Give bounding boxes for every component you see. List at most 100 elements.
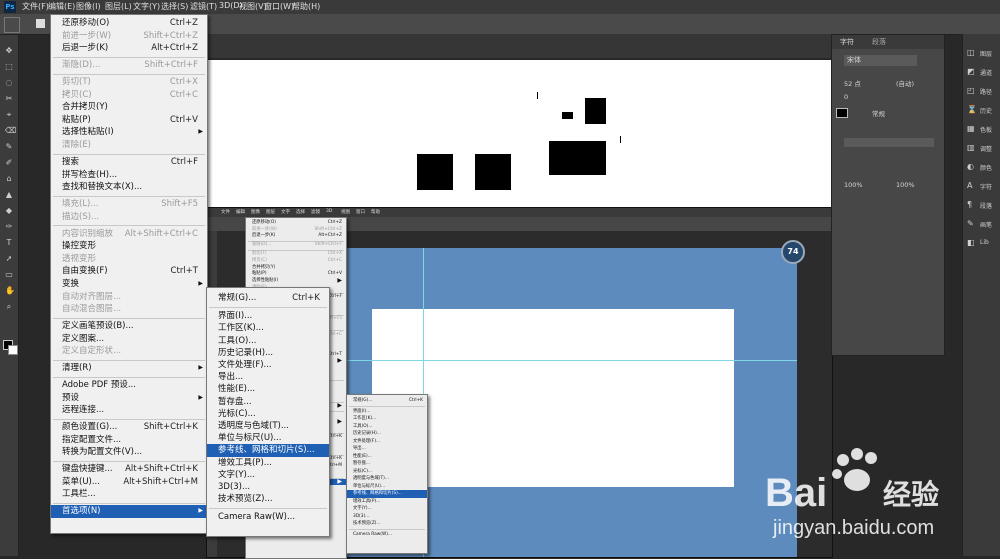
nested-edit-menu-item[interactable]: 粘贴(P) Ctrl+V bbox=[246, 271, 346, 278]
nested-prefs-menu-item[interactable]: 常规(G)... Ctrl+K bbox=[347, 397, 427, 405]
history-brush-icon[interactable]: ⌂ bbox=[5, 175, 13, 183]
edit-menu-item[interactable]: 工具栏... bbox=[51, 488, 207, 501]
nested-prefs-menu-item[interactable]: 工作区(K)... bbox=[347, 415, 427, 423]
prefs-menu-item[interactable]: 文件处理(F)... bbox=[207, 359, 329, 371]
paths-icon[interactable]: ◰ bbox=[967, 86, 977, 96]
move-icon[interactable]: ✥ bbox=[5, 47, 13, 55]
edit-menu-item[interactable]: 菜单(U)... Alt+Shift+Ctrl+M bbox=[51, 476, 207, 489]
menu-0[interactable]: 文件(F) bbox=[22, 1, 49, 12]
text-style-buttons[interactable] bbox=[852, 195, 922, 204]
menu-3[interactable]: 图层(L) bbox=[105, 1, 132, 12]
tab-paragraph[interactable]: 段落 bbox=[872, 37, 886, 47]
edit-menu-item[interactable]: 还原移动(O) Ctrl+Z bbox=[51, 17, 207, 30]
edit-menu-item[interactable]: 键盘快捷键... Alt+Shift+Ctrl+K bbox=[51, 463, 207, 476]
prefs-menu-item[interactable]: 性能(E)... bbox=[207, 383, 329, 395]
gradient-icon[interactable]: ◆ bbox=[5, 207, 13, 215]
edit-menu-item[interactable]: 搜索 Ctrl+F bbox=[51, 156, 207, 169]
auto-select-checkbox[interactable] bbox=[36, 19, 45, 28]
grid-icon[interactable]: ▦ bbox=[967, 124, 977, 134]
nested-prefs-menu-item[interactable]: 暂存盘... bbox=[347, 460, 427, 468]
edit-menu-item[interactable]: 颜色设置(G)... Shift+Ctrl+K bbox=[51, 421, 207, 434]
edit-menu-item[interactable]: 指定配置文件... bbox=[51, 434, 207, 447]
type-icon[interactable]: T bbox=[5, 239, 13, 247]
stamp-icon[interactable]: ✐ bbox=[5, 159, 13, 167]
prefs-menu-item[interactable]: 透明度与色域(T)... bbox=[207, 420, 329, 432]
nested-prefs-menu-item[interactable]: 透明度与色域(T)... bbox=[347, 475, 427, 483]
paragraph-icon[interactable]: ¶ bbox=[967, 200, 977, 210]
edit-menu-item[interactable]: 操控变形 bbox=[51, 240, 207, 253]
edit-menu-item[interactable]: 转换为配置文件(V)... bbox=[51, 446, 207, 459]
nested-prefs-menu-item[interactable]: 增效工具(P)... bbox=[347, 498, 427, 506]
nested-prefs-menu-item[interactable]: 参考线、网格和切片(S)... bbox=[347, 490, 427, 498]
tab-character[interactable]: 字符 bbox=[840, 37, 854, 47]
edit-menu-item[interactable]: 远程连接... bbox=[51, 404, 207, 417]
edit-menu-item[interactable]: 定义画笔预设(B)... bbox=[51, 320, 207, 333]
tracking-field[interactable]: 0 bbox=[844, 93, 878, 103]
nested-prefs-menu-item[interactable]: 导出... bbox=[347, 445, 427, 453]
zoom-icon[interactable]: ⌕ bbox=[5, 303, 13, 311]
color-swatch[interactable] bbox=[836, 108, 848, 118]
nested-prefs-menu-item[interactable]: 界面(I)... bbox=[347, 408, 427, 416]
hand-icon[interactable]: ✋ bbox=[5, 287, 15, 295]
nested-prefs-menu-item[interactable]: 文件处理(F)... bbox=[347, 438, 427, 446]
nested-prefs-menu-item[interactable]: 3D(3)... bbox=[347, 513, 427, 521]
layers-icon[interactable]: ◫ bbox=[967, 48, 977, 58]
eraser-icon[interactable]: ▲ bbox=[5, 191, 13, 199]
prefs-menu-item[interactable]: Camera Raw(W)... bbox=[207, 511, 329, 523]
prefs-menu-item[interactable]: 导出... bbox=[207, 371, 329, 383]
color-icon[interactable]: ◐ bbox=[967, 162, 977, 172]
menu-6[interactable]: 滤镜(T) bbox=[190, 1, 217, 12]
nested-prefs-menu-item[interactable]: 性能(E)... bbox=[347, 453, 427, 461]
menu-4[interactable]: 文字(Y) bbox=[133, 1, 160, 12]
edit-menu-item[interactable]: 合并拷贝(Y) bbox=[51, 101, 207, 114]
history-icon[interactable]: ⌛ bbox=[967, 105, 977, 115]
nested-edit-menu-item[interactable]: 选择性粘贴(I) ▶ bbox=[246, 277, 346, 285]
edit-menu-item[interactable]: 自由变换(F) Ctrl+T bbox=[51, 265, 207, 278]
shape-icon[interactable]: ▭ bbox=[5, 271, 13, 279]
nested-prefs-menu-item[interactable]: Camera Raw(W)... bbox=[347, 531, 427, 539]
edit-menu-item[interactable]: 拼写检查(H)... bbox=[51, 169, 207, 182]
marquee-icon[interactable]: ⬚ bbox=[5, 63, 13, 71]
edit-menu-item[interactable]: 清理(R) ▶ bbox=[51, 362, 207, 375]
prefs-menu-item[interactable]: 参考线、网格和切片(S)... bbox=[207, 444, 329, 457]
dodge-icon[interactable]: ✑ bbox=[5, 223, 13, 231]
nested-prefs-menu-item[interactable]: 单位与标尺(U)... bbox=[347, 483, 427, 491]
menu-9[interactable]: 窗口(W) bbox=[264, 1, 294, 12]
menu-8[interactable]: 视图(V) bbox=[239, 1, 267, 12]
background-color-swatch[interactable] bbox=[8, 345, 18, 355]
prefs-menu-item[interactable]: 增效工具(P)... bbox=[207, 457, 329, 469]
nested-prefs-menu-item[interactable]: 光标(C)... bbox=[347, 468, 427, 476]
nested-prefs-menu-item[interactable]: 文字(Y)... bbox=[347, 505, 427, 513]
menu-1[interactable]: 编辑(E) bbox=[48, 1, 75, 12]
prefs-menu-item[interactable]: 工作区(K)... bbox=[207, 322, 329, 334]
menu-2[interactable]: 图像(I) bbox=[76, 1, 101, 12]
menu-10[interactable]: 帮助(H) bbox=[292, 1, 320, 12]
character-icon[interactable]: A bbox=[967, 181, 977, 191]
path-select-icon[interactable]: ➚ bbox=[5, 255, 13, 263]
edit-menu-item[interactable]: 查找和替换文本(X)... bbox=[51, 181, 207, 194]
prefs-menu-item[interactable]: 技术预览(Z)... bbox=[207, 493, 329, 505]
brush-icon[interactable]: ✎ bbox=[967, 219, 977, 229]
prefs-menu-item[interactable]: 暂存盘... bbox=[207, 396, 329, 408]
prefs-menu-item[interactable]: 界面(I)... bbox=[207, 310, 329, 322]
edit-menu-item[interactable]: 定义图案... bbox=[51, 333, 207, 346]
edit-menu-item[interactable]: 首选项(N) ▶ bbox=[51, 505, 207, 518]
document-canvas[interactable] bbox=[206, 60, 831, 208]
grid-icon[interactable]: ▥ bbox=[967, 143, 977, 153]
eyedropper-icon[interactable]: ⌖ bbox=[5, 111, 13, 119]
edit-menu-item[interactable]: 后退一步(K) Alt+Ctrl+Z bbox=[51, 42, 207, 55]
nested-edit-menu-item[interactable]: 还原移动(O) Ctrl+Z bbox=[246, 220, 346, 227]
lasso-icon[interactable]: ◌ bbox=[5, 79, 13, 87]
edit-menu-item[interactable]: Adobe PDF 预设... bbox=[51, 379, 207, 392]
healing-icon[interactable]: ⌫ bbox=[5, 127, 16, 135]
language-field[interactable] bbox=[844, 138, 934, 147]
edit-menu-item[interactable]: 选择性粘贴(I) ▶ bbox=[51, 126, 207, 139]
edit-menu-item[interactable]: 预设 ▶ bbox=[51, 392, 207, 405]
move-tool-icon[interactable] bbox=[4, 17, 20, 33]
menu-5[interactable]: 选择(S) bbox=[161, 1, 188, 12]
prefs-menu-item[interactable]: 3D(3)... bbox=[207, 481, 329, 493]
h-scale-field[interactable]: 100% bbox=[844, 181, 878, 190]
prefs-menu-item[interactable]: 常规(G)... Ctrl+K bbox=[207, 292, 329, 304]
prefs-menu-item[interactable]: 文字(Y)... bbox=[207, 469, 329, 481]
v-scale-field[interactable]: 100% bbox=[896, 181, 930, 190]
